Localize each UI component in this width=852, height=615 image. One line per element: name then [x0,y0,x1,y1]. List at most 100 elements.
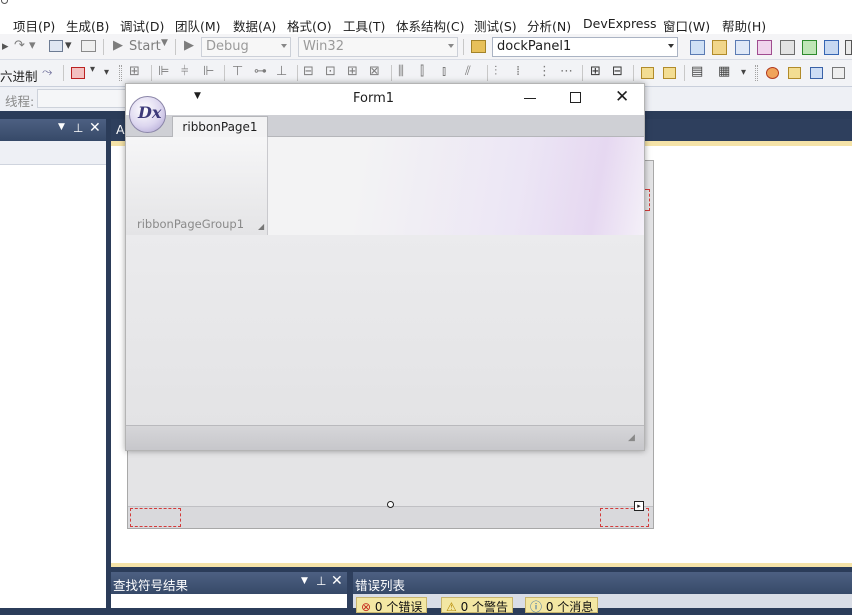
properties-icon[interactable] [712,40,727,55]
class-view-icon[interactable] [824,40,839,55]
chevron-down-icon [281,44,287,48]
menu-test[interactable]: 测试(S) [474,16,517,35]
toolbar-grip[interactable] [755,65,758,81]
size-to-grid-icon[interactable]: ⊞ [347,64,358,79]
form1-window[interactable]: Form1 ▼ ✕ Dx ribbonPage1 ribbonPageGroup… [125,83,645,451]
errors-filter-button[interactable]: ⊗ 0 个错误 [356,597,428,614]
warning-icon: ⚠ [446,600,457,614]
align-bottoms-icon[interactable]: ⊥ [276,64,287,79]
align-to-grid-icon[interactable]: ⊞ [129,64,140,79]
separator [463,39,464,55]
menu-analyze[interactable]: 分析(N) [527,16,571,35]
toolbar-options-icon[interactable]: ▾ [741,67,746,78]
ribbon-page-tab[interactable]: ribbonPage1 [172,116,268,138]
align-middles-icon[interactable]: ⊶ [254,64,267,79]
toolbar-grip[interactable] [119,65,122,81]
menu-devexpress[interactable]: DevExpress [583,16,657,31]
make-same-height-icon[interactable]: ⊡ [325,64,336,79]
find-in-files-icon[interactable] [471,40,486,53]
size-grip-icon[interactable]: ◢ [628,433,635,443]
menu-format[interactable]: 格式(O) [287,16,332,35]
align-tops-icon[interactable]: ⊤ [232,64,243,79]
ribbon-group-caption: ribbonPageGroup1 [137,217,245,231]
menu-architecture[interactable]: 体系结构(C) [396,16,464,35]
horizontal-spacing-equal-icon[interactable]: ⫼ [398,64,404,79]
pin-icon[interactable]: ⊥ [316,574,326,588]
menu-debug[interactable]: 调试(D) [120,16,164,35]
remove-horizontal-spacing-icon[interactable]: ⫽ [465,64,471,79]
open-folder-icon[interactable] [788,67,801,79]
menu-tools[interactable]: 工具(T) [343,16,385,35]
window-icon[interactable] [81,40,96,52]
center-horizontally-icon[interactable]: ⊞ [590,64,601,79]
increase-horizontal-spacing-icon[interactable]: ⫿ [420,64,424,79]
breakpoint-tool-icon[interactable]: ⤳ [42,65,52,80]
toolbar-options-icon[interactable]: ▾ [104,67,109,78]
bring-to-front-icon[interactable] [641,67,654,79]
save-dropdown-icon[interactable]: ▾ [65,38,72,53]
solution-explorer-icon[interactable] [690,40,705,55]
align-centers-icon[interactable]: ⫩ [181,64,188,79]
start-dropdown-icon[interactable]: ▼ [161,38,168,48]
make-same-size-icon[interactable]: ⊠ [369,64,380,79]
remove-vertical-spacing-icon[interactable]: ⋯ [560,64,573,79]
start-icon[interactable]: ▶ [113,38,123,53]
save-icon[interactable] [49,40,63,52]
find-combo[interactable]: dockPanel1 [492,37,678,57]
tools-icon[interactable] [780,40,795,55]
close-icon[interactable]: ✕ [615,87,629,107]
thread-combo[interactable] [37,89,127,108]
redo-icon[interactable]: ↷ ▾ [14,38,36,53]
lock-controls-icon[interactable]: ▦ [718,64,730,79]
group-dialog-launcher-icon[interactable]: ◢ [258,222,264,231]
increase-vertical-spacing-icon[interactable]: ⁞ [516,64,520,79]
overflow-icon[interactable] [845,40,852,55]
platform-combo[interactable]: Win32 [298,37,458,57]
start-page-icon[interactable] [802,40,817,55]
search-icon[interactable] [832,67,845,79]
tab-order-icon[interactable]: ▤ [691,64,703,79]
hex-button[interactable]: 六进制 [0,66,38,85]
align-rights-icon[interactable]: ⊩ [203,64,214,79]
selected-status-item[interactable] [130,508,181,527]
send-to-back-icon[interactable] [663,67,676,79]
start-button[interactable]: Start [129,39,161,54]
menu-team[interactable]: 团队(M) [175,16,221,35]
minimize-icon[interactable] [524,98,536,99]
pane-dropdown-icon[interactable]: ▼ [301,576,308,586]
smart-tag-icon[interactable]: ▸ [634,501,644,511]
toolbox-icon[interactable] [757,40,772,55]
debug-icon[interactable]: ▶ [184,38,194,53]
object-browser-icon[interactable] [735,40,750,55]
configuration-combo[interactable]: Debug [201,37,291,57]
record-dropdown-icon[interactable]: ▾ [90,64,95,75]
menu-project[interactable]: 项目(P) [13,16,55,35]
menu-window[interactable]: 窗口(W) [663,16,710,35]
zoom-icon[interactable] [810,67,823,79]
editor-tab[interactable]: A [116,122,125,137]
vertical-spacing-equal-icon[interactable]: ⫶ [494,64,497,79]
record-macro-icon[interactable] [766,67,779,79]
make-same-width-icon[interactable]: ⊟ [303,64,314,79]
application-button[interactable]: Dx [129,96,166,133]
close-icon[interactable]: ✕ [89,120,101,136]
maximize-icon[interactable] [570,92,581,103]
window-title: Form1 [353,91,395,106]
warnings-filter-button[interactable]: ⚠ 0 个警告 [441,597,514,614]
resize-handle[interactable] [387,501,394,508]
decrease-horizontal-spacing-icon[interactable]: ⫾ [442,64,446,79]
quick-access-dropdown-icon[interactable]: ▼ [194,91,201,101]
pin-icon[interactable]: ⊥ [73,121,83,135]
center-vertically-icon[interactable]: ⊟ [612,64,623,79]
menu-help[interactable]: 帮助(H) [722,16,766,35]
record-icon[interactable] [71,67,85,79]
nav-back-icon[interactable]: ▸ [2,39,9,54]
messages-filter-button[interactable]: ⓘ 0 个消息 [525,597,599,614]
close-icon[interactable]: ✕ [331,573,343,589]
align-lefts-icon[interactable]: ⊫ [158,64,169,79]
pane-dropdown-icon[interactable]: ▼ [58,122,65,132]
decrease-vertical-spacing-icon[interactable]: ⋮ [538,64,551,79]
menu-bar: 项目(P) 生成(B) 调试(D) 团队(M) 数据(A) 格式(O) 工具(T… [0,0,852,34]
menu-data[interactable]: 数据(A) [233,16,276,35]
menu-build[interactable]: 生成(B) [66,16,109,35]
